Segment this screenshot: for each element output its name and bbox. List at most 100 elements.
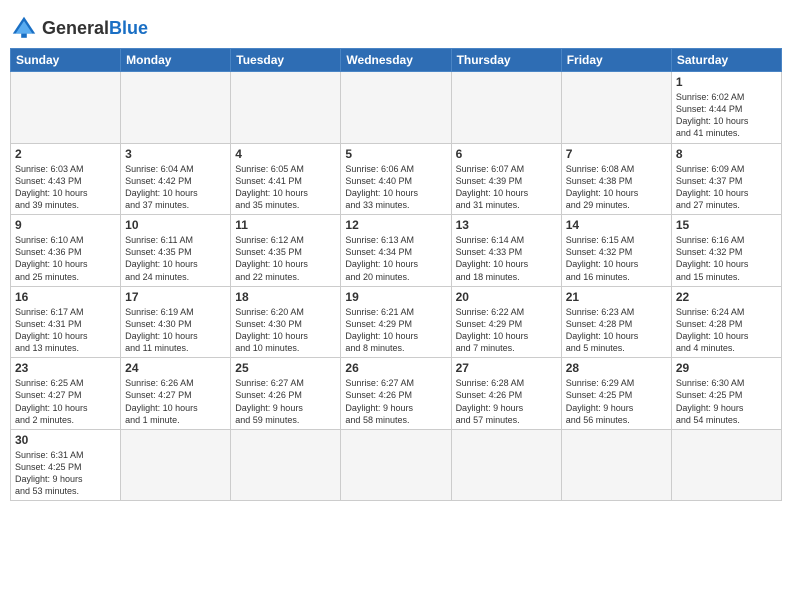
calendar-cell: 7 Sunrise: 6:08 AM Sunset: 4:38 PM Daylig… — [561, 143, 671, 215]
day-info: Sunrise: 6:27 AM Sunset: 4:26 PM Dayligh… — [345, 377, 446, 426]
day-info: Sunrise: 6:24 AM Sunset: 4:28 PM Dayligh… — [676, 306, 777, 355]
day-info: Sunrise: 6:28 AM Sunset: 4:26 PM Dayligh… — [456, 377, 557, 426]
calendar-cell: 11 Sunrise: 6:12 AM Sunset: 4:35 PM Dayli… — [231, 215, 341, 287]
day-info: Sunrise: 6:03 AM Sunset: 4:43 PM Dayligh… — [15, 163, 116, 212]
calendar-cell — [671, 429, 781, 501]
calendar-cell: 9 Sunrise: 6:10 AM Sunset: 4:36 PM Daylig… — [11, 215, 121, 287]
calendar-cell: 14 Sunrise: 6:15 AM Sunset: 4:32 PM Dayli… — [561, 215, 671, 287]
day-info: Sunrise: 6:26 AM Sunset: 4:27 PM Dayligh… — [125, 377, 226, 426]
calendar-cell: 19Sunrise: 6:21 AM Sunset: 4:29 PM Dayli… — [341, 286, 451, 358]
day-info: Sunrise: 6:22 AM Sunset: 4:29 PM Dayligh… — [456, 306, 557, 355]
calendar-cell: 8Sunrise: 6:09 AM Sunset: 4:37 PM Daylig… — [671, 143, 781, 215]
day-number: 30 — [15, 433, 116, 447]
calendar-cell — [11, 72, 121, 144]
day-number: 26 — [345, 361, 446, 375]
day-info: Sunrise: 6:08 AM Sunset: 4:38 PM Dayligh… — [566, 163, 667, 212]
day-number: 24 — [125, 361, 226, 375]
day-number: 6 — [456, 147, 557, 161]
logo: GeneralBlue — [10, 14, 148, 42]
calendar-cell: 24 Sunrise: 6:26 AM Sunset: 4:27 PM Dayli… — [121, 358, 231, 430]
calendar-cell: 17 Sunrise: 6:19 AM Sunset: 4:30 PM Dayli… — [121, 286, 231, 358]
calendar-cell: 26 Sunrise: 6:27 AM Sunset: 4:26 PM Dayli… — [341, 358, 451, 430]
calendar-cell: 25Sunrise: 6:27 AM Sunset: 4:26 PM Dayli… — [231, 358, 341, 430]
calendar-cell — [121, 72, 231, 144]
day-info: Sunrise: 6:06 AM Sunset: 4:40 PM Dayligh… — [345, 163, 446, 212]
day-number: 29 — [676, 361, 777, 375]
calendar-cell: 12 Sunrise: 6:13 AM Sunset: 4:34 PM Dayli… — [341, 215, 451, 287]
calendar-cell — [561, 72, 671, 144]
calendar-cell: 27Sunrise: 6:28 AM Sunset: 4:26 PM Dayli… — [451, 358, 561, 430]
day-number: 10 — [125, 218, 226, 232]
weekday-header-saturday: Saturday — [671, 49, 781, 72]
calendar-cell: 5 Sunrise: 6:06 AM Sunset: 4:40 PM Daylig… — [341, 143, 451, 215]
day-info: Sunrise: 6:12 AM Sunset: 4:35 PM Dayligh… — [235, 234, 336, 283]
calendar-cell: 21 Sunrise: 6:23 AM Sunset: 4:28 PM Dayli… — [561, 286, 671, 358]
day-info: Sunrise: 6:21 AM Sunset: 4:29 PM Dayligh… — [345, 306, 446, 355]
calendar-cell: 28 Sunrise: 6:29 AM Sunset: 4:25 PM Dayli… — [561, 358, 671, 430]
week-row-3: 9 Sunrise: 6:10 AM Sunset: 4:36 PM Daylig… — [11, 215, 782, 287]
page: GeneralBlue SundayMondayTuesdayWednesday… — [0, 0, 792, 612]
calendar-cell — [121, 429, 231, 501]
day-number: 18 — [235, 290, 336, 304]
calendar-cell — [341, 429, 451, 501]
day-number: 7 — [566, 147, 667, 161]
calendar-cell: 30 Sunrise: 6:31 AM Sunset: 4:25 PM Dayli… — [11, 429, 121, 501]
day-info: Sunrise: 6:20 AM Sunset: 4:30 PM Dayligh… — [235, 306, 336, 355]
week-row-1: 1 Sunrise: 6:02 AM Sunset: 4:44 PM Daylig… — [11, 72, 782, 144]
calendar-cell — [231, 429, 341, 501]
day-number: 21 — [566, 290, 667, 304]
day-info: Sunrise: 6:31 AM Sunset: 4:25 PM Dayligh… — [15, 449, 116, 498]
logo-text: GeneralBlue — [42, 18, 148, 39]
day-info: Sunrise: 6:05 AM Sunset: 4:41 PM Dayligh… — [235, 163, 336, 212]
day-number: 28 — [566, 361, 667, 375]
day-info: Sunrise: 6:23 AM Sunset: 4:28 PM Dayligh… — [566, 306, 667, 355]
day-info: Sunrise: 6:13 AM Sunset: 4:34 PM Dayligh… — [345, 234, 446, 283]
day-number: 12 — [345, 218, 446, 232]
day-info: Sunrise: 6:29 AM Sunset: 4:25 PM Dayligh… — [566, 377, 667, 426]
week-row-4: 16Sunrise: 6:17 AM Sunset: 4:31 PM Dayli… — [11, 286, 782, 358]
calendar-cell: 22Sunrise: 6:24 AM Sunset: 4:28 PM Dayli… — [671, 286, 781, 358]
day-info: Sunrise: 6:14 AM Sunset: 4:33 PM Dayligh… — [456, 234, 557, 283]
day-number: 9 — [15, 218, 116, 232]
calendar-cell: 29 Sunrise: 6:30 AM Sunset: 4:25 PM Dayli… — [671, 358, 781, 430]
day-number: 20 — [456, 290, 557, 304]
weekday-header-wednesday: Wednesday — [341, 49, 451, 72]
day-number: 15 — [676, 218, 777, 232]
calendar-cell — [451, 72, 561, 144]
calendar-cell: 18 Sunrise: 6:20 AM Sunset: 4:30 PM Dayli… — [231, 286, 341, 358]
day-number: 14 — [566, 218, 667, 232]
calendar-cell: 23Sunrise: 6:25 AM Sunset: 4:27 PM Dayli… — [11, 358, 121, 430]
header: GeneralBlue — [10, 10, 782, 42]
day-info: Sunrise: 6:04 AM Sunset: 4:42 PM Dayligh… — [125, 163, 226, 212]
day-number: 11 — [235, 218, 336, 232]
day-info: Sunrise: 6:11 AM Sunset: 4:35 PM Dayligh… — [125, 234, 226, 283]
calendar-cell: 20 Sunrise: 6:22 AM Sunset: 4:29 PM Dayli… — [451, 286, 561, 358]
day-info: Sunrise: 6:16 AM Sunset: 4:32 PM Dayligh… — [676, 234, 777, 283]
day-number: 13 — [456, 218, 557, 232]
day-info: Sunrise: 6:09 AM Sunset: 4:37 PM Dayligh… — [676, 163, 777, 212]
weekday-header-tuesday: Tuesday — [231, 49, 341, 72]
day-info: Sunrise: 6:07 AM Sunset: 4:39 PM Dayligh… — [456, 163, 557, 212]
day-info: Sunrise: 6:02 AM Sunset: 4:44 PM Dayligh… — [676, 91, 777, 140]
calendar-cell — [341, 72, 451, 144]
day-info: Sunrise: 6:25 AM Sunset: 4:27 PM Dayligh… — [15, 377, 116, 426]
day-number: 2 — [15, 147, 116, 161]
calendar-cell: 13 Sunrise: 6:14 AM Sunset: 4:33 PM Dayli… — [451, 215, 561, 287]
calendar-cell: 2 Sunrise: 6:03 AM Sunset: 4:43 PM Daylig… — [11, 143, 121, 215]
day-number: 1 — [676, 75, 777, 89]
calendar-cell: 6 Sunrise: 6:07 AM Sunset: 4:39 PM Daylig… — [451, 143, 561, 215]
day-info: Sunrise: 6:30 AM Sunset: 4:25 PM Dayligh… — [676, 377, 777, 426]
calendar-cell: 15 Sunrise: 6:16 AM Sunset: 4:32 PM Dayli… — [671, 215, 781, 287]
logo-icon — [10, 14, 38, 42]
calendar-cell: 10 Sunrise: 6:11 AM Sunset: 4:35 PM Dayli… — [121, 215, 231, 287]
weekday-header-monday: Monday — [121, 49, 231, 72]
calendar-cell: 16Sunrise: 6:17 AM Sunset: 4:31 PM Dayli… — [11, 286, 121, 358]
day-number: 5 — [345, 147, 446, 161]
weekday-header-thursday: Thursday — [451, 49, 561, 72]
day-info: Sunrise: 6:10 AM Sunset: 4:36 PM Dayligh… — [15, 234, 116, 283]
day-number: 25 — [235, 361, 336, 375]
day-info: Sunrise: 6:19 AM Sunset: 4:30 PM Dayligh… — [125, 306, 226, 355]
day-number: 17 — [125, 290, 226, 304]
day-info: Sunrise: 6:15 AM Sunset: 4:32 PM Dayligh… — [566, 234, 667, 283]
calendar-cell: 1 Sunrise: 6:02 AM Sunset: 4:44 PM Daylig… — [671, 72, 781, 144]
